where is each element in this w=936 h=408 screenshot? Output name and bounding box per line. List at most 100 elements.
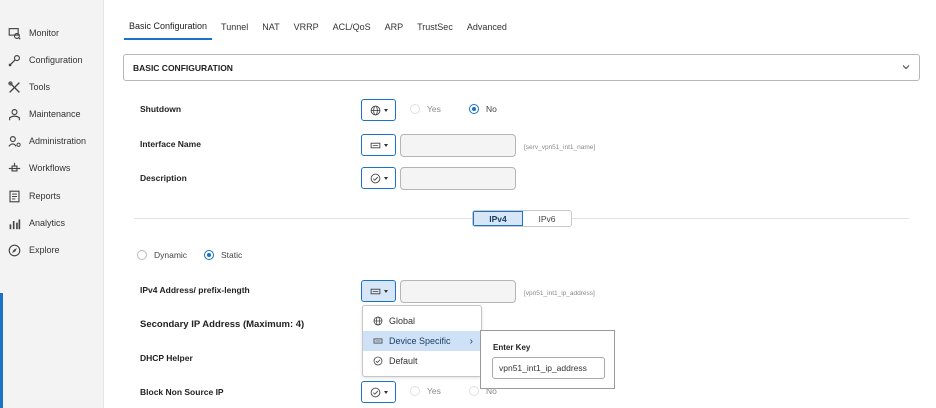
default-check-icon xyxy=(370,387,380,397)
menu-item-label: Default xyxy=(389,356,418,366)
enter-key-title: Enter Key xyxy=(493,343,531,352)
tab-basic-configuration[interactable]: Basic Configuration xyxy=(124,14,213,40)
sidebar-item-tools[interactable]: Tools xyxy=(6,76,102,98)
block-non-source-ip-scope-button[interactable] xyxy=(361,381,396,403)
interface-name-input[interactable] xyxy=(400,134,516,157)
description-label: Description xyxy=(140,173,187,183)
ipv4-address-key-hint: [vpn51_int1_ip_address] xyxy=(524,290,595,297)
shutdown-yes-radio[interactable]: Yes xyxy=(410,104,441,114)
description-scope-button[interactable] xyxy=(361,167,396,189)
dynamic-radio[interactable]: Dynamic xyxy=(137,250,187,260)
sidebar-item-label: Administration xyxy=(29,136,87,146)
caret-down-icon xyxy=(383,176,388,180)
tab-tunnel[interactable]: Tunnel xyxy=(216,14,253,40)
chevron-right-icon: › xyxy=(469,335,473,347)
sidebar-item-explore[interactable]: Explore xyxy=(6,239,102,261)
device-icon xyxy=(373,338,383,344)
sidebar-item-label: Workflows xyxy=(29,163,71,173)
block-non-source-ip-label: Block Non Source IP xyxy=(140,387,224,397)
sidebar-item-administration[interactable]: Administration xyxy=(6,130,102,152)
section-title: BASIC CONFIGURATION xyxy=(133,62,233,73)
device-specific-key-flyout: Enter Key vpn51_int1_ip_address xyxy=(480,330,615,389)
interface-name-label: Interface Name xyxy=(140,139,201,149)
dhcp-helper-label: DHCP Helper xyxy=(140,353,193,363)
ipv4-address-scope-button[interactable] xyxy=(361,280,396,302)
ipv4-address-input[interactable] xyxy=(400,280,516,303)
secondary-ip-label: Secondary IP Address (Maximum: 4) xyxy=(140,319,305,330)
default-check-icon xyxy=(370,173,380,183)
sidebar-item-label: Reports xyxy=(29,191,61,201)
configuration-icon xyxy=(6,52,22,68)
sidebar-item-monitor[interactable]: Monitor xyxy=(6,22,102,44)
tab-arp[interactable]: ARP xyxy=(380,14,409,40)
radio-label: Yes xyxy=(427,386,441,396)
sidebar-item-configuration[interactable]: Configuration xyxy=(6,49,102,71)
shutdown-scope-button[interactable] xyxy=(361,99,396,121)
radio-circle xyxy=(137,250,147,260)
ipv4-toggle-button[interactable]: IPv4 xyxy=(473,211,523,226)
sidebar-item-label: Analytics xyxy=(29,218,66,228)
menu-item-global[interactable]: Global xyxy=(363,311,481,331)
sidebar-item-reports[interactable]: Reports xyxy=(6,185,102,207)
sidebar-item-maintenance[interactable]: Maintenance xyxy=(6,103,102,125)
radio-label: No xyxy=(486,104,497,114)
radio-circle xyxy=(469,386,479,396)
tab-nat[interactable]: NAT xyxy=(257,14,284,40)
menu-item-label: Global xyxy=(389,316,416,326)
menu-item-device-specific[interactable]: Device Specific › xyxy=(363,331,481,351)
sidebar-item-label: Monitor xyxy=(29,28,60,38)
caret-down-icon xyxy=(383,108,388,112)
tools-icon xyxy=(6,79,22,95)
radio-circle xyxy=(204,250,214,260)
basic-configuration-section-header[interactable]: BASIC CONFIGURATION xyxy=(123,54,920,81)
block-non-source-ip-yes-radio[interactable]: Yes xyxy=(410,386,441,396)
tab-trustsec[interactable]: TrustSec xyxy=(412,14,458,40)
sidebar-item-workflows[interactable]: Workflows xyxy=(6,157,102,179)
radio-circle xyxy=(469,104,479,114)
caret-down-icon xyxy=(383,143,388,147)
radio-label: Static xyxy=(221,250,243,260)
sidebar-item-analytics[interactable]: Analytics xyxy=(6,212,102,234)
radio-label: Yes xyxy=(427,104,441,114)
radio-circle xyxy=(410,386,420,396)
tab-acl-qos[interactable]: ACL/QoS xyxy=(328,14,376,40)
ip-version-toggle: IPv4 IPv6 xyxy=(472,210,572,227)
reports-icon xyxy=(6,188,22,204)
sidebar-active-indicator xyxy=(0,293,3,408)
globe-icon xyxy=(373,316,383,326)
maintenance-icon xyxy=(6,106,22,122)
device-key-input[interactable]: vpn51_int1_ip_address xyxy=(492,357,605,379)
device-icon xyxy=(370,142,380,148)
administration-icon xyxy=(6,133,22,149)
explore-icon xyxy=(6,242,22,258)
sidebar-item-label: Tools xyxy=(29,82,51,92)
radio-circle xyxy=(410,104,420,114)
ipv4-address-label: IPv4 Address/ prefix-length xyxy=(140,285,250,295)
caret-down-icon xyxy=(383,390,388,394)
interface-name-key-hint: [serv_vpn51_int1_name] xyxy=(524,144,596,151)
default-check-icon xyxy=(373,356,383,366)
globe-icon xyxy=(370,105,380,115)
menu-item-default[interactable]: Default xyxy=(363,351,481,371)
interface-name-scope-button[interactable] xyxy=(361,134,396,156)
sidebar-item-label: Configuration xyxy=(29,55,83,65)
description-input[interactable] xyxy=(400,167,516,190)
sidebar-item-label: Explore xyxy=(29,245,60,255)
menu-item-label: Device Specific xyxy=(389,336,451,346)
monitor-icon xyxy=(6,25,22,41)
device-icon xyxy=(370,288,380,294)
tab-vrrp[interactable]: VRRP xyxy=(289,14,324,40)
config-tabs: Basic Configuration Tunnel NAT VRRP ACL/… xyxy=(124,14,516,42)
scope-dropdown-menu: Global Device Specific › Default xyxy=(362,305,482,377)
sidebar: Monitor Configuration Tools Maintenance … xyxy=(0,0,104,408)
tab-advanced[interactable]: Advanced xyxy=(462,14,512,40)
ipv6-toggle-button[interactable]: IPv6 xyxy=(523,211,571,226)
sidebar-item-label: Maintenance xyxy=(29,109,81,119)
radio-label: Dynamic xyxy=(154,250,188,260)
caret-down-icon xyxy=(383,289,388,293)
analytics-icon xyxy=(6,215,22,231)
static-radio[interactable]: Static xyxy=(204,250,242,260)
chevron-down-icon xyxy=(902,65,910,70)
workflows-icon xyxy=(6,160,22,176)
shutdown-no-radio[interactable]: No xyxy=(469,104,497,114)
